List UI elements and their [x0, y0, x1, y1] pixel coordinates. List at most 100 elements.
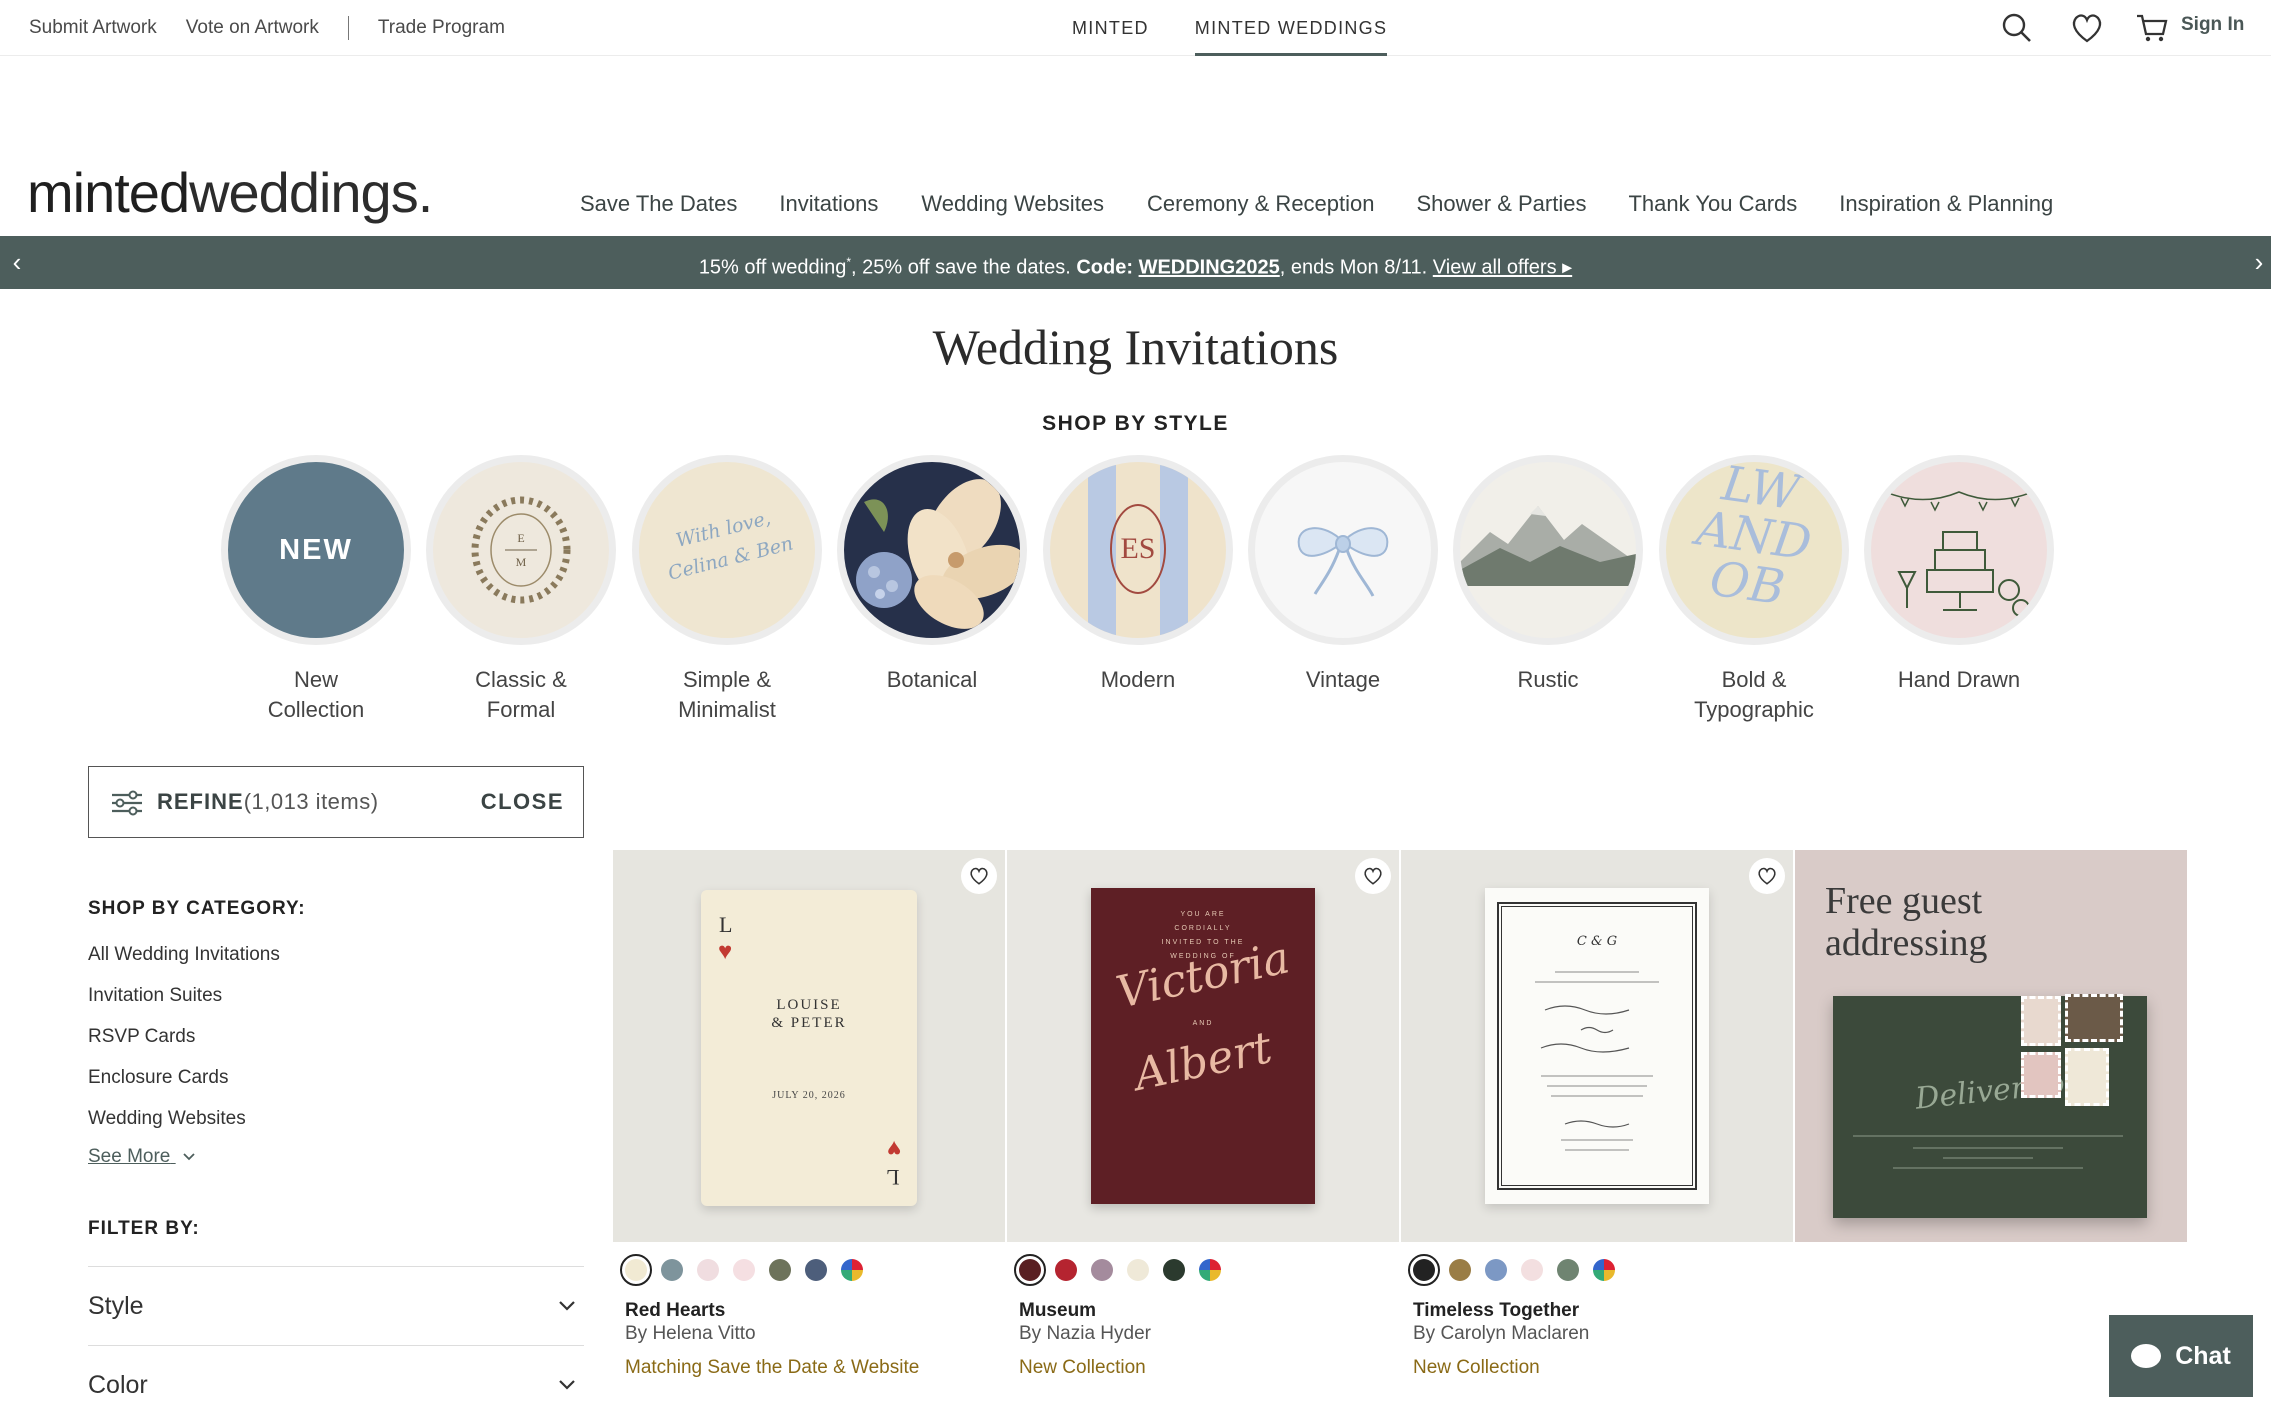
nav-wedding-websites[interactable]: Wedding Websites	[921, 191, 1104, 217]
chevron-down-icon	[559, 1301, 575, 1311]
swatch[interactable]	[805, 1259, 827, 1281]
nav-thank-you-cards[interactable]: Thank You Cards	[1628, 191, 1797, 217]
product-card[interactable]: L ♥ LOUISE & PETER JULY 20, 2026 ♥ L Red…	[613, 850, 1005, 1380]
filter-color[interactable]: Color	[88, 1345, 584, 1421]
swatch[interactable]	[1091, 1259, 1113, 1281]
favorite-button[interactable]	[1355, 858, 1391, 894]
card-corner-letter: L	[885, 1165, 899, 1190]
chat-button[interactable]: Chat	[2109, 1315, 2253, 1397]
refine-count: (1,013 items)	[243, 789, 379, 814]
logo-minted: minted	[27, 161, 190, 224]
color-swatches	[1408, 1254, 1793, 1286]
swatch[interactable]	[1485, 1259, 1507, 1281]
swatch[interactable]	[1557, 1259, 1579, 1281]
style-classic-formal[interactable]: E M Classic & Formal	[426, 455, 616, 725]
style-botanical[interactable]: Botanical	[837, 455, 1027, 695]
refine-bar[interactable]: REFINE (1,013 items) CLOSE	[88, 766, 584, 838]
style-modern[interactable]: ES Modern	[1043, 455, 1233, 695]
site-logo[interactable]: mintedweddings.	[27, 160, 433, 225]
swatch-multicolor[interactable]	[1199, 1259, 1221, 1281]
product-image[interactable]: YOU ARE CORDIALLY INVITED TO THE WEDDING…	[1007, 850, 1399, 1242]
swatch[interactable]	[733, 1259, 755, 1281]
nav-inspiration-planning[interactable]: Inspiration & Planning	[1839, 191, 2053, 217]
search-icon[interactable]	[1999, 10, 2035, 46]
wreath-monogram-icon: E M	[471, 496, 571, 604]
product-designer[interactable]: By Helena Vitto	[625, 1322, 1005, 1346]
product-image[interactable]: C & G	[1401, 850, 1793, 1242]
submit-artwork-link[interactable]: Submit Artwork	[29, 17, 157, 39]
close-refine-button[interactable]: CLOSE	[481, 789, 564, 815]
see-more-label: See More	[88, 1146, 171, 1167]
swatch[interactable]	[1014, 1254, 1046, 1286]
nav-save-the-dates[interactable]: Save The Dates	[580, 191, 737, 217]
style-simple-minimalist[interactable]: With love, Celina & Ben Simple & Minimali…	[632, 455, 822, 725]
nav-invitations[interactable]: Invitations	[779, 191, 878, 217]
chat-bubble-icon	[2131, 1344, 2162, 1368]
product-name[interactable]: Red Hearts	[625, 1300, 1005, 1322]
swatch[interactable]	[769, 1259, 791, 1281]
vote-artwork-link[interactable]: Vote on Artwork	[186, 17, 319, 39]
nav-shower-parties[interactable]: Shower & Parties	[1417, 191, 1587, 217]
swatch[interactable]	[1449, 1259, 1471, 1281]
card-names: LOUISE & PETER	[771, 997, 847, 1031]
product-tag[interactable]: New Collection	[1019, 1356, 1399, 1380]
favorite-button[interactable]	[961, 858, 997, 894]
category-all-invitations[interactable]: All Wedding Invitations	[88, 943, 280, 984]
swatch[interactable]	[661, 1259, 683, 1281]
guest-addressing-promo[interactable]: Free guest addressing Deliver to	[1795, 850, 2187, 1242]
swatch[interactable]	[1127, 1259, 1149, 1281]
swatch-multicolor[interactable]	[841, 1259, 863, 1281]
category-invitation-suites[interactable]: Invitation Suites	[88, 984, 280, 1025]
typographic-letters: LW AND OB	[1693, 455, 1815, 617]
swatch[interactable]	[697, 1259, 719, 1281]
favorite-button[interactable]	[1749, 858, 1785, 894]
product-designer[interactable]: By Nazia Hyder	[1019, 1322, 1399, 1346]
product-name[interactable]: Timeless Together	[1413, 1300, 1793, 1322]
see-more-link[interactable]: See More	[88, 1146, 196, 1168]
product-card[interactable]: YOU ARE CORDIALLY INVITED TO THE WEDDING…	[1007, 850, 1399, 1380]
swatch[interactable]	[1408, 1254, 1440, 1286]
sign-in-link[interactable]: Sign In	[2181, 14, 2244, 36]
swatch[interactable]	[1521, 1259, 1543, 1281]
chevron-right-icon[interactable]: ›	[2244, 236, 2271, 289]
trade-program-link[interactable]: Trade Program	[378, 17, 505, 39]
product-image[interactable]: L ♥ LOUISE & PETER JULY 20, 2026 ♥ L	[613, 850, 1005, 1242]
category-rsvp-cards[interactable]: RSVP Cards	[88, 1025, 280, 1066]
view-offers-link[interactable]: View all offers ▸	[1433, 257, 1572, 279]
nav-ceremony-reception[interactable]: Ceremony & Reception	[1147, 191, 1374, 217]
product-tag[interactable]: New Collection	[1413, 1356, 1793, 1380]
style-image: With love, Celina & Ben	[632, 455, 822, 645]
style-label-line1: Hand Drawn	[1897, 667, 2021, 692]
style-hand-drawn[interactable]: Hand Drawn	[1864, 455, 2054, 695]
heart-icon[interactable]	[2069, 10, 2105, 46]
monogram: ES	[1110, 504, 1166, 594]
promo-text: 15% off wedding*, 25% off save the dates…	[0, 236, 2271, 295]
promo-code-label: Code:	[1076, 256, 1139, 279]
style-image	[1864, 455, 2054, 645]
style-new-collection[interactable]: NEW New Collection	[221, 455, 411, 725]
product-designer[interactable]: By Carolyn Maclaren	[1413, 1322, 1793, 1346]
product-name[interactable]: Museum	[1019, 1300, 1399, 1322]
swatch[interactable]	[1055, 1259, 1077, 1281]
swatch-multicolor[interactable]	[1593, 1259, 1615, 1281]
minted-weddings-tab[interactable]: MINTED WEDDINGS	[1194, 0, 1388, 56]
style-vintage[interactable]: Vintage	[1248, 455, 1438, 695]
style-image	[1453, 455, 1643, 645]
cart-icon[interactable]	[2134, 10, 2170, 46]
swatch[interactable]	[620, 1254, 652, 1286]
svg-text:M: M	[516, 555, 527, 569]
promo-code: WEDDING2025	[1138, 256, 1280, 279]
category-enclosure-cards[interactable]: Enclosure Cards	[88, 1066, 280, 1107]
main-nav: Save The Dates Invitations Wedding Websi…	[580, 191, 2053, 217]
style-bold-typographic[interactable]: LW AND OB Bold & Typographic	[1659, 455, 1849, 725]
card-date: JULY 20, 2026	[772, 1090, 846, 1101]
product-tag[interactable]: Matching Save the Date & Website	[625, 1356, 1005, 1380]
filter-style[interactable]: Style	[88, 1266, 584, 1345]
style-label-line2: Minimalist	[678, 697, 776, 722]
style-rustic[interactable]: Rustic	[1453, 455, 1643, 695]
stamp-icon	[2065, 994, 2123, 1042]
swatch[interactable]	[1163, 1259, 1185, 1281]
product-card[interactable]: C & G Timeless Together By Carolyn Macla…	[1401, 850, 1793, 1380]
category-wedding-websites[interactable]: Wedding Websites	[88, 1107, 280, 1148]
minted-tab[interactable]: MINTED	[1072, 0, 1149, 56]
